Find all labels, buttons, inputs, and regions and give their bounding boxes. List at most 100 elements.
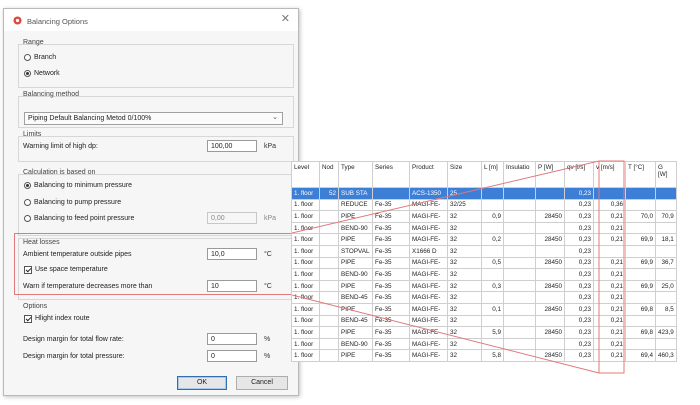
table-cell: 28450 [535, 279, 565, 293]
table-cell: MAGI-FE- [409, 233, 448, 246]
network-radio[interactable] [24, 70, 31, 77]
table-cell: 69,9 [625, 233, 656, 246]
flow-margin-field[interactable]: 0 [207, 333, 257, 345]
table-cell: Fe-35 [372, 326, 410, 339]
method-combo[interactable]: Piping Default Balancing Metod 0/100% ⌄ [24, 112, 283, 125]
table-cell: 1. floor [291, 268, 320, 281]
column-header[interactable]: Level [291, 161, 320, 188]
table-cell [481, 337, 504, 351]
column-header[interactable]: Type [338, 161, 373, 188]
table-cell [319, 291, 339, 304]
table-cell: 0,21 [593, 314, 626, 328]
table-row[interactable]: 1. floor BEND-45 Fe-35 MAGI-FE- 32 0,23 0,21 [291, 291, 677, 304]
table-cell [655, 221, 677, 235]
table-cell: STOPVAL [338, 244, 373, 258]
column-header[interactable]: G [W] [655, 161, 677, 188]
feed-point-radio[interactable] [24, 215, 31, 222]
table-cell: 0,21 [593, 326, 626, 339]
table-cell [535, 314, 565, 328]
table-cell [319, 244, 339, 258]
dp-unit: kPa [264, 143, 277, 150]
column-header[interactable]: Series [372, 161, 410, 188]
feed-point-field[interactable]: 0,00 [207, 212, 257, 224]
dp-limit-field[interactable]: 100,00 [207, 140, 257, 152]
column-header[interactable]: Product [409, 161, 448, 188]
heat-losses-highlight [14, 233, 292, 295]
table-row[interactable]: 1. floor BEND-90 Fe-35 MAGI-FE- 32 0,23 0,21 [291, 268, 677, 281]
table-cell: 32/25 [447, 198, 482, 212]
table-cell: 0,23 [564, 279, 594, 293]
flow-margin-unit: % [264, 336, 271, 343]
table-row[interactable]: 1. floor PIPE Fe-35 MAGI-FE- 32 5,8 28450 0,23 0… [291, 349, 677, 362]
table-cell [503, 256, 536, 270]
table-row[interactable]: 1. floor REDUCE Fe-35 MAGI-FE- 32/25 0,23 0,36 [291, 198, 677, 212]
table-row[interactable]: 1. floor PIPE Fe-35 MAGI-FE- 32 0,5 28450 0,23 0… [291, 256, 677, 270]
highlight-route-checkbox[interactable] [24, 315, 32, 323]
table-cell: 0,5 [481, 256, 504, 270]
table-cell: Fe-35 [372, 198, 410, 212]
table-row[interactable]: 1. floor BEND-45 Fe-35 MAGI-FE- 32 0,23 0,21 [291, 314, 677, 328]
table-cell: 52 [319, 187, 339, 200]
table-cell: 0,21 [593, 291, 626, 304]
table-row[interactable]: 1. floor PIPE Fe-35 MAGI-FE- 32 5,9 28450 0,23 0… [291, 326, 677, 339]
column-header[interactable]: L [m] [481, 161, 504, 188]
table-cell [503, 221, 536, 235]
table-cell: PIPE [338, 302, 373, 316]
column-header[interactable]: v [m/s] [593, 161, 626, 188]
table-cell: 25 [447, 187, 482, 200]
ok-button[interactable]: OK [177, 376, 227, 390]
table-row[interactable]: 1. floor PIPE Fe-35 MAGI-FE- 32 0,9 28450 0,23 0… [291, 210, 677, 223]
table-row[interactable]: 1. floor PIPE Fe-35 MAGI-FE- 32 0,2 28450 0,23 0… [291, 233, 677, 246]
table-row[interactable]: 1. floor 52 SUB STA ACS-1350 25 0,23 [291, 187, 677, 200]
limits-label: Limits [23, 131, 42, 138]
feed-point-unit: kPa [264, 215, 277, 222]
pressure-margin-field[interactable]: 0 [207, 350, 257, 362]
table-cell [503, 187, 536, 200]
table-cell: 32 [447, 291, 482, 304]
table-cell [319, 233, 339, 246]
title-bar: Balancing Options ✕ [4, 9, 298, 31]
column-header[interactable]: P [W] [535, 161, 565, 188]
table-cell: 25,0 [655, 279, 677, 293]
results-table-panel: Level Nod Type Series Product Size L [m] Insula… [291, 161, 677, 362]
min-pressure-label: Balancing to minimum pressure [34, 182, 133, 189]
close-icon[interactable]: ✕ [281, 14, 290, 25]
table-cell [319, 221, 339, 235]
column-header[interactable]: qv [l/s] [564, 161, 594, 188]
table-row[interactable]: 1. floor BEND-90 Fe-35 MAGI-FE- 32 0,23 0,21 [291, 221, 677, 235]
table-cell: 32 [447, 349, 482, 362]
table-cell [655, 314, 677, 328]
table-row[interactable]: 1. floor PIPE Fe-35 MAGI-FE- 32 0,3 28450 0,23 0… [291, 279, 677, 293]
min-pressure-radio[interactable] [24, 182, 31, 189]
table-cell: 18,1 [655, 233, 677, 246]
table-cell: 32 [447, 279, 482, 293]
table-cell: 0,23 [564, 291, 594, 304]
table-cell [319, 256, 339, 270]
table-cell: Fe-35 [372, 302, 410, 316]
table-row[interactable]: 1. floor STOPVAL Fe-35 X1666 D 32 0,23 [291, 244, 677, 258]
table-cell: 0,23 [564, 326, 594, 339]
table-cell: 0,23 [564, 244, 594, 258]
table-row[interactable]: 1. floor BEND-90 Fe-35 MAGI-FE- 32 0,23 0,21 [291, 337, 677, 351]
table-cell [625, 198, 656, 212]
table-cell: X1666 D [409, 244, 448, 258]
cancel-button[interactable]: Cancel [236, 376, 288, 390]
table-cell [503, 244, 536, 258]
pump-pressure-radio[interactable] [24, 199, 31, 206]
table-cell [655, 337, 677, 351]
table-cell: 1. floor [291, 244, 320, 258]
column-header[interactable]: Nod [319, 161, 339, 188]
table-cell: 423,9 [655, 326, 677, 339]
column-header[interactable]: T [°C] [625, 161, 656, 188]
table-cell: 70,9 [655, 210, 677, 223]
table-row[interactable]: 1. floor PIPE Fe-35 MAGI-FE- 32 0,1 28450 0,23 0… [291, 302, 677, 316]
table-cell: BEND-90 [338, 337, 373, 351]
branch-radio[interactable] [24, 54, 31, 61]
table-cell: 1. floor [291, 279, 320, 293]
table-cell: MAGI-FE- [409, 256, 448, 270]
table-cell: Fe-35 [372, 233, 410, 246]
table-cell [319, 210, 339, 223]
table-cell [655, 291, 677, 304]
column-header[interactable]: Size [447, 161, 482, 188]
column-header[interactable]: Insulatio [503, 161, 536, 188]
